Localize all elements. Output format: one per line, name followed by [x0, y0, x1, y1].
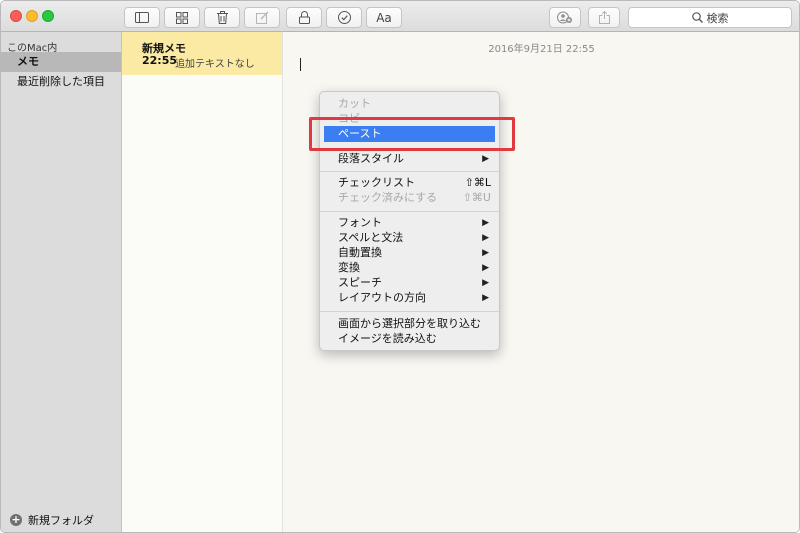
menu-item-speech[interactable]: スピーチ ▶	[320, 275, 499, 291]
submenu-arrow-icon: ▶	[482, 154, 489, 164]
toggle-sidebar-button[interactable]	[124, 7, 160, 28]
menu-item-checklist[interactable]: チェックリスト ⇧⌘L	[320, 175, 499, 191]
checkmark-circle-icon	[337, 11, 351, 24]
menu-item-label: 段落スタイル	[338, 152, 404, 165]
close-window-button[interactable]	[10, 10, 22, 22]
submenu-arrow-icon: ▶	[482, 218, 489, 228]
menu-separator	[320, 171, 499, 172]
note-preview: 追加テキストなし	[175, 59, 255, 70]
highlight-callout-box	[309, 117, 515, 151]
share-icon	[598, 11, 610, 24]
zoom-window-button[interactable]	[42, 10, 54, 22]
menu-item-import-image[interactable]: イメージを読み込む	[320, 331, 499, 347]
submenu-arrow-icon: ▶	[482, 248, 489, 258]
font-icon: Aa	[376, 10, 392, 25]
new-folder-button[interactable]: + 新規フォルダ	[10, 512, 94, 528]
sidebar-item-recently-deleted[interactable]: 最近削除した項目	[1, 72, 121, 92]
menu-item-cut[interactable]: カット	[320, 96, 499, 112]
submenu-arrow-icon: ▶	[482, 293, 489, 303]
menu-item-label: レイアウトの方向	[338, 291, 426, 304]
delete-note-button[interactable]	[204, 7, 240, 28]
plus-circle-icon: +	[10, 513, 22, 526]
sidebar-item-notes[interactable]: メモ	[1, 52, 121, 72]
menu-item-mark-checked[interactable]: チェック済みにする ⇧⌘U	[320, 190, 499, 206]
menu-item-transformations[interactable]: 変換 ▶	[320, 260, 499, 276]
grid-icon	[176, 11, 188, 24]
submenu-arrow-icon: ▶	[482, 233, 489, 243]
note-list: 新規メモ 22:55 追加テキストなし	[122, 32, 283, 532]
submenu-arrow-icon: ▶	[482, 263, 489, 273]
menu-item-label: チェック済みにする	[338, 191, 438, 204]
menu-item-spelling-grammar[interactable]: スペルと文法 ▶	[320, 230, 499, 246]
menu-separator	[320, 311, 499, 312]
lock-note-button[interactable]	[286, 7, 322, 28]
search-field[interactable]: 検索	[628, 7, 792, 28]
menu-item-font[interactable]: フォント ▶	[320, 215, 499, 231]
menu-item-label: 画面から選択部分を取り込む	[338, 317, 481, 330]
new-note-button[interactable]	[244, 7, 280, 28]
menu-separator	[320, 211, 499, 212]
text-caret	[300, 58, 301, 71]
add-people-button[interactable]	[549, 7, 581, 28]
menu-item-label: チェックリスト	[338, 176, 415, 189]
search-placeholder: 検索	[706, 11, 729, 25]
new-folder-label: 新規フォルダ	[28, 514, 94, 527]
menu-item-paragraph-style[interactable]: 段落スタイル ▶	[320, 151, 499, 167]
menu-item-label: スペルと文法	[338, 231, 404, 244]
menu-item-label: 変換	[338, 261, 360, 274]
folder-sidebar: このMac内 メモ 最近削除した項目 + 新規フォルダ	[1, 32, 122, 532]
menu-item-capture-selection[interactable]: 画面から選択部分を取り込む	[320, 316, 499, 332]
list-item[interactable]: 新規メモ 22:55 追加テキストなし	[122, 32, 282, 75]
checklist-button[interactable]	[326, 7, 362, 28]
format-button[interactable]: Aa	[366, 7, 402, 28]
menu-item-label: カット	[338, 97, 371, 110]
sidebar-icon	[135, 12, 149, 23]
submenu-arrow-icon: ▶	[482, 278, 489, 288]
menu-item-label: イメージを読み込む	[338, 332, 437, 345]
menu-item-shortcut: ⇧⌘U	[462, 191, 491, 204]
lock-icon	[298, 11, 310, 24]
minimize-window-button[interactable]	[26, 10, 38, 22]
menu-item-substitutions[interactable]: 自動置換 ▶	[320, 245, 499, 261]
add-people-icon	[557, 11, 572, 24]
share-button[interactable]	[588, 7, 620, 28]
search-icon	[691, 12, 703, 23]
note-time: 22:55	[142, 54, 178, 67]
menu-item-label: スピーチ	[338, 276, 382, 289]
compose-icon	[255, 11, 268, 24]
note-date: 2016年9月21日 22:55	[488, 44, 595, 55]
menu-item-layout-direction[interactable]: レイアウトの方向 ▶	[320, 290, 499, 306]
menu-item-label: 自動置換	[338, 246, 382, 259]
menu-item-shortcut: ⇧⌘L	[464, 176, 491, 189]
attachments-view-button[interactable]	[164, 7, 200, 28]
menu-item-label: フォント	[338, 216, 382, 229]
trash-icon	[216, 11, 228, 24]
toolbar: Aa 検索	[1, 1, 799, 32]
